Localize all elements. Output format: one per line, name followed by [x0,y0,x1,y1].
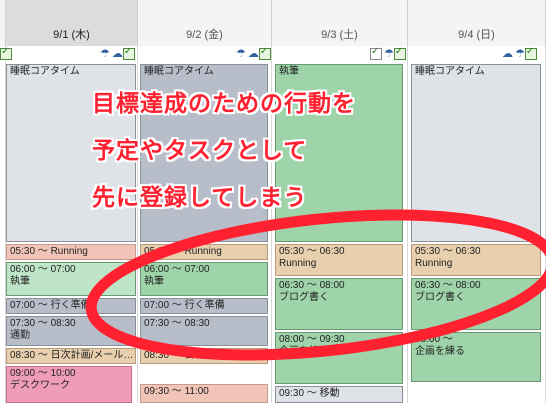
annotation-text-line-3: 先に登録してしまう [92,185,308,211]
annotation-text-line-2: 予定やタスクとして [92,138,308,164]
annotation-text-line-1: 目標達成のための行動を [92,91,356,117]
